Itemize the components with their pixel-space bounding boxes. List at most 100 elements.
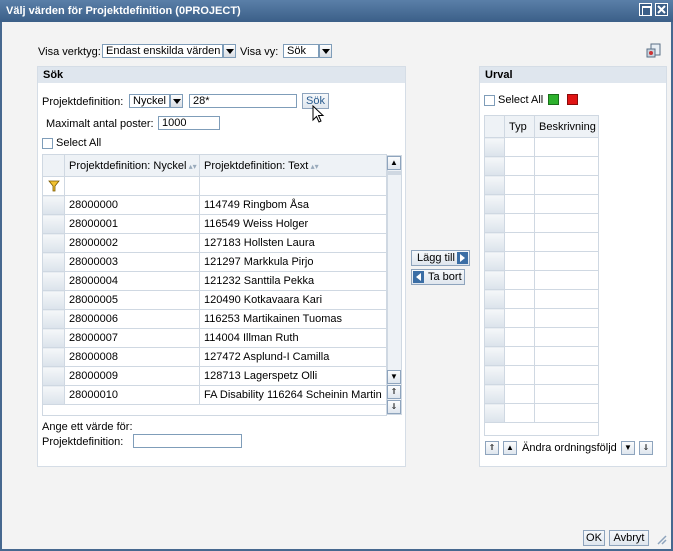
scroll-up-icon[interactable]: ▲ [387,156,401,170]
selection-row-selector[interactable] [485,289,505,309]
column-header-key[interactable]: Projektdefinition: Nyckel ▴▾ [64,155,200,177]
selection-row[interactable] [485,289,598,309]
scroll-page-up-icon[interactable]: ⇑ [387,385,401,399]
row-selector[interactable] [43,385,65,405]
column-header-text[interactable]: Projektdefinition: Text ▴▾ [199,155,386,177]
selection-row-selector[interactable] [485,308,505,328]
selection-row-selector[interactable] [485,137,505,157]
selection-row-selector[interactable] [485,365,505,385]
row-selector[interactable] [43,252,65,272]
selection-row[interactable] [485,251,598,271]
selection-row[interactable] [485,346,598,366]
max-records-input[interactable]: 1000 [158,116,220,130]
close-icon[interactable] [655,3,668,16]
table-row[interactable]: 28000001 116549 Weiss Holger [43,214,386,234]
selection-row-selector[interactable] [485,403,505,423]
selection-row-selector[interactable] [485,194,505,214]
selection-row[interactable] [485,232,598,252]
filter-text-cell[interactable] [199,176,386,196]
settings-icon[interactable] [646,43,662,59]
selection-row-selector[interactable] [485,327,505,347]
visa-verktyg-select[interactable]: Endast enskilda värden [102,44,223,58]
visa-verktyg-label: Visa verktyg: [38,46,101,58]
table-row[interactable]: 28000002 127183 Hollsten Laura [43,233,386,253]
selection-select-all-checkbox[interactable] [484,95,495,106]
cell-beskrivning [534,270,598,290]
cell-typ [504,289,535,309]
row-selector[interactable] [43,347,65,367]
table-row[interactable]: 28000010 FA Disability 116264 Scheinin Ma… [43,385,386,405]
selection-row-selector[interactable] [485,232,505,252]
enter-value-label: Ange ett värde för: [42,421,133,433]
ok-button[interactable]: OK [583,530,605,546]
grid-header-row: Projektdefinition: Nyckel ▴▾ Projektdefi… [43,155,386,177]
filter-icon[interactable] [43,176,65,196]
row-selector[interactable] [43,214,65,234]
green-status-icon[interactable] [548,94,559,105]
row-selector[interactable] [43,195,65,215]
move-bottom-icon[interactable]: ⇓ [639,441,653,455]
scroll-down-icon[interactable]: ▼ [387,370,401,384]
selection-row[interactable] [485,175,598,195]
selection-row[interactable] [485,308,598,328]
red-status-icon[interactable] [567,94,578,105]
selection-row[interactable] [485,384,598,404]
row-selector[interactable] [43,328,65,348]
row-selector[interactable] [43,290,65,310]
table-row[interactable]: 28000009 128713 Lagerspetz Olli [43,366,386,386]
selection-row-selector[interactable] [485,270,505,290]
selection-row-selector[interactable] [485,213,505,233]
selection-row[interactable] [485,213,598,233]
row-selector[interactable] [43,309,65,329]
visa-vy-dropdown-button[interactable] [319,44,332,58]
remove-button[interactable]: Ta bort [411,269,465,285]
scroll-thumb[interactable] [388,171,401,175]
visa-verktyg-dropdown-button[interactable] [223,44,236,58]
table-row[interactable]: 28000008 127472 Asplund-I Camilla [43,347,386,367]
selection-row[interactable] [485,194,598,214]
selection-row-selector[interactable] [485,384,505,404]
cell-beskrivning [534,213,598,233]
add-button[interactable]: Lägg till [411,250,470,266]
selection-row[interactable] [485,156,598,176]
table-row[interactable]: 28000000 114749 Ringbom Åsa [43,195,386,215]
selection-row[interactable] [485,270,598,290]
cancel-button[interactable]: Avbryt [609,530,649,546]
key-type-dropdown-button[interactable] [170,94,183,108]
column-header-typ[interactable]: Typ [504,116,535,138]
filter-key-cell[interactable] [64,176,200,196]
table-row[interactable]: 28000006 116253 Martikainen Tuomas [43,309,386,329]
resize-grip-icon[interactable] [655,533,667,545]
row-selector[interactable] [43,233,65,253]
move-top-icon[interactable]: ⇑ [485,441,499,455]
search-input[interactable]: 28* [189,94,297,108]
cell-text: 120490 Kotkavaara Kari [199,290,386,310]
table-row[interactable]: 28000004 121232 Santtila Pekka [43,271,386,291]
cell-typ [504,232,535,252]
selection-row-selector[interactable] [485,156,505,176]
column-header-beskrivning[interactable]: Beskrivning [534,116,598,138]
key-type-select[interactable]: Nyckel [129,94,170,108]
selection-row-selector[interactable] [485,346,505,366]
move-down-icon[interactable]: ▼ [621,441,635,455]
move-up-icon[interactable]: ▲ [503,441,517,455]
selection-row[interactable] [485,137,598,157]
select-all-checkbox[interactable] [42,138,53,149]
table-row[interactable]: 28000007 114004 Illman Ruth [43,328,386,348]
maximize-icon[interactable] [639,3,652,16]
row-selector[interactable] [43,366,65,386]
results-grid: Projektdefinition: Nyckel ▴▾ Projektdefi… [42,154,387,416]
table-row[interactable]: 28000003 121297 Markkula Pirjo [43,252,386,272]
row-selector[interactable] [43,271,65,291]
scroll-page-down-icon[interactable]: ⇓ [387,400,401,414]
cell-key: 28000004 [64,271,200,291]
selection-row-selector[interactable] [485,175,505,195]
selection-row[interactable] [485,403,598,423]
table-row[interactable]: 28000005 120490 Kotkavaara Kari [43,290,386,310]
enter-field-label: Projektdefinition: [42,436,124,448]
selection-row[interactable] [485,327,598,347]
enter-value-input[interactable] [133,434,242,448]
selection-row[interactable] [485,365,598,385]
visa-vy-select[interactable]: Sök [283,44,319,58]
selection-row-selector[interactable] [485,251,505,271]
